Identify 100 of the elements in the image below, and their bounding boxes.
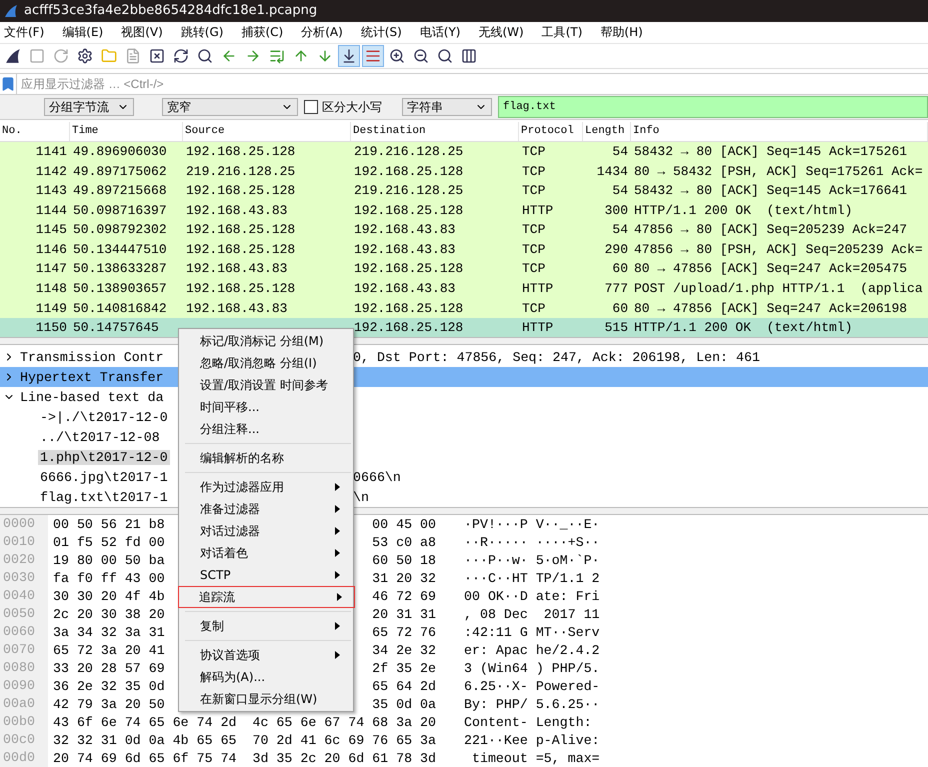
file-icon	[125, 48, 141, 64]
table-cell-text: 49.896906030	[72, 144, 168, 160]
menu-item[interactable]: 忽略/取消忽略 分组(I)	[179, 352, 353, 374]
packet-row[interactable]: 1146 50.134447510 192.168.25.128 192.168.43.83 TCP 290 47856 → 80 [PSH, ACK] Seq=205239 Ack=	[0, 240, 928, 260]
case-checkbox[interactable]	[304, 100, 318, 114]
packet-row[interactable]: 1142 49.897175062 219.216.128.25 192.168.25.128 TCP 1434 80 → 58432 [PSH, ACK] Seq=175261 Ack=	[0, 161, 928, 181]
menu-item[interactable]: 统计(S)	[356, 24, 410, 41]
detail-text: flag.txt\t2017-1	[39, 490, 169, 505]
detail-text: Line-based text da	[19, 390, 165, 405]
table-cell-text: 192.168.25.128	[185, 222, 296, 238]
menu-item[interactable]: 准备过滤器	[179, 498, 353, 520]
submenu-arrow-icon	[335, 549, 340, 557]
table-cell-text: 80 → 47856 [ACK] Seq=247 Ack=206198	[633, 300, 908, 316]
menu-item[interactable]: SCTP	[179, 564, 353, 586]
menu-item[interactable]: 复制	[179, 615, 353, 637]
column-header[interactable]: Time	[70, 122, 183, 141]
detail-text: \n	[353, 488, 370, 507]
offset-label: 00c0	[0, 731, 48, 750]
hex-bytes: 32 32 31 0d 0a 4b 65 65 70 2d 41 6c 69 76 65 3a	[53, 732, 436, 748]
detail-text: 0, Dst Port: 47856, Seq: 247, Ack: 206198, Len: 461	[353, 348, 761, 367]
menu-item[interactable]: 视图(V)	[117, 24, 171, 41]
table-cell-text: 192.168.25.128	[185, 183, 296, 198]
menu-item[interactable]: 在新窗口显示分组(W)	[179, 688, 353, 710]
down-arrow-icon	[317, 48, 333, 64]
column-header[interactable]: Protocol	[519, 122, 583, 141]
hex-bytes: 20 31 31	[372, 606, 436, 622]
menu-item[interactable]: 无线(W)	[474, 24, 532, 41]
zoom-reset-icon	[437, 48, 453, 64]
autoscroll-button[interactable]	[338, 45, 360, 68]
offset-label: 0050	[0, 605, 48, 624]
table-cell-text: 58432 → 80 [ACK] Seq=145 Ack=175261	[633, 144, 908, 160]
column-header[interactable]: No.	[0, 122, 70, 141]
column-header[interactable]: Length	[583, 122, 631, 141]
table-cell-text: 1141	[34, 144, 68, 160]
ascii-text: 221··Kee p-Alive:	[464, 732, 600, 748]
table-cell-text: 192.168.25.128	[353, 320, 464, 336]
hex-bytes: 34 2e 32	[372, 642, 436, 658]
ascii-text: :42:11 G MT··Serv	[464, 624, 600, 640]
hex-bytes: 20 74 69 6d 65 6f 75 74 3d 35 2c 20 6d 61 78 3d	[53, 750, 436, 766]
packet-row[interactable]: 1143 49.897215668 192.168.25.128 219.216.128.25 TCP 54 58432 → 80 [ACK] Seq=145 Ack=176641	[0, 180, 928, 201]
search-field[interactable]: flag.txt	[498, 96, 928, 118]
submenu-arrow-icon	[335, 505, 340, 513]
menu-item[interactable]: 解码为(A)...	[179, 666, 353, 688]
folder-icon	[101, 48, 117, 64]
autoscroll-icon	[341, 48, 357, 64]
menu-item[interactable]: 跳转(G)	[176, 24, 232, 41]
menu-item[interactable]: 协议首选项	[179, 644, 353, 666]
zoom-in-icon	[389, 48, 405, 64]
menu-item[interactable]: 作为过滤器应用	[179, 476, 353, 498]
menu-item[interactable]: 分组注释...	[179, 418, 353, 440]
table-cell-text: 80 → 47856 [ACK] Seq=247 Ack=205475	[633, 261, 908, 276]
menu-item[interactable]: 设置/取消设置 时间参考	[179, 374, 353, 396]
menu-item[interactable]: 编辑(E)	[58, 24, 112, 41]
menu-item[interactable]: 对话着色	[179, 542, 353, 564]
table-cell-text: 47856 → 80 [ACK] Seq=205239 Ack=247	[633, 222, 908, 238]
menu-item[interactable]: 帮助(H)	[596, 24, 651, 41]
menu-item[interactable]: 时间平移...	[179, 396, 353, 418]
offset-label: 0030	[0, 569, 48, 588]
menu-item[interactable]: 追踪流	[178, 586, 355, 608]
column-header[interactable]: Destination	[351, 122, 519, 141]
zoom-out-icon	[413, 48, 429, 64]
hex-bytes: 2c 20 30 38 20	[53, 606, 165, 622]
packet-row[interactable]: 1148 50.138903657 192.168.25.128 192.168.43.83 HTTP 777 POST /upload/1.php HTTP/1.1 (applica	[0, 278, 928, 298]
packet-row[interactable]: 1141 49.896906030 192.168.25.128 219.216.128.25 TCP 54 58432 → 80 [ACK] Seq=145 Ack=175261	[0, 142, 928, 162]
submenu-arrow-icon	[335, 527, 340, 535]
menu-item[interactable]: 工具(T)	[538, 24, 590, 41]
packet-row[interactable]: 1149 50.140816842 192.168.43.83 192.168.25.128 TCP 60 80 → 47856 [ACK] Seq=247 Ack=206198	[0, 298, 928, 318]
search-type-select[interactable]: 字符串	[402, 98, 492, 116]
lines-button[interactable]	[362, 45, 384, 68]
table-cell-text: 192.168.43.83	[353, 222, 456, 238]
detail-text: Hypertext Transfer	[19, 370, 165, 385]
table-cell-text: 290	[604, 242, 629, 257]
menu-item[interactable]: 捕获(C)	[237, 24, 292, 41]
hex-bytes: 35 0d 0a	[372, 696, 436, 712]
packet-row[interactable]: 1144 50.098716397 192.168.43.83 192.168.25.128 HTTP 300 HTTP/1.1 200 OK (text/html)	[0, 200, 928, 220]
ascii-text: Content- Length:	[464, 714, 593, 730]
search-in-select[interactable]: 分组字节流	[44, 98, 134, 116]
packet-row[interactable]: 1145 50.098792302 192.168.25.128 192.168.43.83 TCP 54 47856 → 80 [ACK] Seq=205239 Ack=247	[0, 220, 928, 240]
submenu-arrow-icon	[335, 622, 340, 630]
menu-item[interactable]: 编辑解析的名称	[179, 447, 353, 469]
packet-row[interactable]: 1147 50.138633287 192.168.43.83 192.168.25.128 TCP 60 80 → 47856 [ACK] Seq=247 Ack=205475	[0, 259, 928, 279]
table-cell-text: 192.168.25.128	[185, 242, 296, 257]
reload-icon	[173, 48, 189, 64]
restart-icon	[53, 48, 69, 64]
table-cell-text: TCP	[521, 144, 546, 160]
bookmark-icon[interactable]	[0, 76, 16, 92]
menu-item[interactable]: 对话过滤器	[179, 520, 353, 542]
table-cell-text: HTTP/1.1 200 OK (text/html)	[633, 320, 854, 336]
column-header[interactable]: Info	[631, 122, 928, 141]
column-header[interactable]: Source	[183, 122, 351, 141]
charset-select[interactable]: 宽窄	[162, 98, 298, 116]
ascii-text: ···C··HT TP/1.1 2	[464, 570, 600, 586]
selected-row[interactable]: Hypertext Transfer	[0, 367, 178, 388]
submenu-arrow-icon	[335, 483, 340, 491]
shark-fin-icon	[5, 48, 21, 64]
menu-item[interactable]: 电话(Y)	[416, 24, 468, 41]
hex-bytes: 65 72 3a 20 41	[53, 642, 165, 658]
menu-item[interactable]: 文件(F)	[0, 24, 52, 41]
menu-item[interactable]: 分析(A)	[297, 24, 351, 41]
table-cell-text: HTTP	[521, 320, 554, 336]
